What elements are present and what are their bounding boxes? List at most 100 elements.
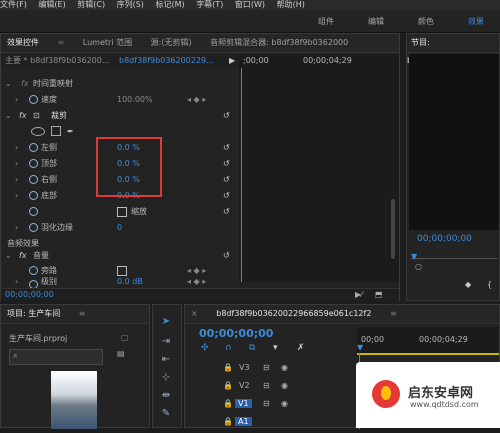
- level-row[interactable]: › 级别 0.0 dB ◂ ◆ ▸: [1, 277, 233, 289]
- snap-icon[interactable]: ∩: [225, 343, 232, 353]
- feather-value[interactable]: 0: [117, 220, 122, 235]
- feather-row[interactable]: › 羽化边缘 0: [1, 220, 233, 235]
- rectangle-mask-icon[interactable]: [51, 126, 61, 136]
- razor-tool-icon[interactable]: ⊹: [159, 371, 173, 385]
- fx-icon[interactable]: fx: [19, 108, 27, 123]
- crop-row[interactable]: ⌄ fx ⊡ 裁剪 ↺: [1, 108, 233, 123]
- stopwatch-icon[interactable]: [29, 191, 38, 200]
- track-v1[interactable]: 🔒 V1 ⊟ ◉: [185, 399, 357, 415]
- lock-icon[interactable]: 🔒: [223, 381, 233, 390]
- reset-icon[interactable]: ↺: [223, 156, 230, 171]
- pen-tool-icon[interactable]: ✎: [159, 407, 173, 421]
- work-area-bar[interactable]: [357, 353, 499, 355]
- marker-icon[interactable]: ◆: [465, 280, 471, 289]
- menu-file[interactable]: 文件(F): [0, 0, 27, 9]
- new-bin-icon[interactable]: ▤: [117, 349, 125, 358]
- speed-value[interactable]: 100.00%: [117, 92, 153, 107]
- sequence-name[interactable]: b8df38f9b03620022966859e061c12f2: [216, 309, 371, 318]
- lock-icon[interactable]: 🔒: [223, 363, 233, 372]
- track-select-tool-icon[interactable]: ⇥: [159, 335, 173, 349]
- eye-icon[interactable]: ◉: [281, 381, 288, 390]
- menu-edit[interactable]: 编辑(E): [38, 0, 65, 9]
- timeline-timecode[interactable]: 00;00;00;00: [199, 327, 273, 340]
- export-icon[interactable]: ⬒: [375, 289, 383, 301]
- track-v2[interactable]: 🔒 V2 ⊟ ◉: [185, 381, 357, 397]
- stopwatch-icon[interactable]: [29, 143, 38, 152]
- stopwatch-icon[interactable]: [29, 223, 38, 232]
- reset-icon[interactable]: ↺: [223, 204, 230, 219]
- level-value[interactable]: 0.0 dB: [117, 277, 143, 287]
- menu-help[interactable]: 帮助(H): [277, 0, 305, 9]
- in-point-icon[interactable]: {: [487, 280, 492, 289]
- panel-menu-icon[interactable]: ≡: [79, 309, 86, 318]
- fx-icon[interactable]: fx: [19, 248, 27, 263]
- nest-icon[interactable]: ✣: [201, 343, 209, 353]
- tab-source[interactable]: 源:(无剪辑): [151, 38, 192, 47]
- project-search-input[interactable]: ⌕: [9, 349, 103, 365]
- reset-icon[interactable]: ↺: [223, 188, 230, 203]
- project-title[interactable]: 项目: 生产车间: [7, 309, 60, 318]
- volume-row[interactable]: ⌄ fx 音量 ↺: [1, 248, 233, 263]
- slip-tool-icon[interactable]: ⇹: [159, 389, 173, 403]
- filter-icon[interactable]: ▶⁄: [355, 289, 363, 301]
- chevron-right-icon[interactable]: ›: [15, 188, 18, 203]
- keyframe-nav-icon[interactable]: ◂ ◆ ▸: [187, 277, 206, 287]
- stopwatch-icon[interactable]: [29, 266, 38, 275]
- track-a1-label[interactable]: A1: [235, 417, 252, 426]
- chevron-down-icon[interactable]: ⌄: [5, 248, 12, 263]
- pen-mask-icon[interactable]: ✒: [67, 124, 74, 139]
- menu-marker[interactable]: 标记(M): [155, 0, 184, 9]
- sync-lock-icon[interactable]: ⊟: [263, 363, 270, 372]
- project-file-name[interactable]: 生产车间.prproj: [9, 333, 67, 344]
- bypass-checkbox[interactable]: [117, 266, 127, 276]
- workspace-effects[interactable]: 效果: [468, 16, 484, 27]
- program-scrub-bar[interactable]: [411, 258, 497, 259]
- menu-clip[interactable]: 剪辑(C): [77, 0, 105, 9]
- tab-lumetri-scopes[interactable]: Lumetri 范围: [83, 38, 132, 47]
- chevron-right-icon[interactable]: ›: [15, 140, 18, 155]
- tab-effect-controls[interactable]: 效果控件: [7, 38, 39, 47]
- add-marker-icon[interactable]: ▾: [273, 343, 278, 353]
- keyframe-nav-icon[interactable]: ◂ ◆ ▸: [187, 263, 206, 278]
- timeline-playhead-icon[interactable]: ▼: [357, 343, 363, 352]
- zoom-checkbox[interactable]: [117, 207, 127, 217]
- stopwatch-icon[interactable]: [29, 95, 38, 104]
- playhead[interactable]: [241, 68, 242, 282]
- lock-icon[interactable]: 🔒: [223, 417, 233, 426]
- folder-icon[interactable]: ▢: [121, 333, 129, 342]
- panel-menu-icon[interactable]: ≡: [58, 38, 65, 47]
- stopwatch-icon[interactable]: [29, 175, 38, 184]
- tab-audio-clip-mixer[interactable]: 音频剪辑混合器: b8df38f9b0362000: [210, 38, 348, 47]
- reset-icon[interactable]: ↺: [223, 172, 230, 187]
- chevron-down-icon[interactable]: ⌄: [5, 76, 12, 91]
- zoom-row[interactable]: 缩放 ↺: [1, 204, 233, 219]
- speed-row[interactable]: › 速度 100.00% ◂ ◆ ▸: [1, 92, 233, 107]
- menu-window[interactable]: 窗口(W): [235, 0, 265, 9]
- chevron-right-icon[interactable]: ›: [15, 220, 18, 235]
- program-video-area[interactable]: [409, 54, 499, 230]
- track-v3[interactable]: 🔒 V3 ⊟ ◉: [185, 363, 357, 379]
- timeline-ruler[interactable]: 00;00 00;00;04;29 ▼: [357, 327, 499, 353]
- chevron-right-icon[interactable]: ›: [15, 172, 18, 187]
- stopwatch-icon[interactable]: [29, 207, 38, 216]
- effect-timeline-ruler[interactable]: ;00;00 00;00;04;29: [239, 54, 399, 68]
- play-only-icon[interactable]: ▶: [229, 54, 235, 68]
- menu-title[interactable]: 字幕(T): [196, 0, 223, 9]
- reset-icon[interactable]: ↺: [223, 108, 230, 123]
- track-a1[interactable]: 🔒 A1: [185, 417, 357, 433]
- menu-sequence[interactable]: 序列(S): [117, 0, 144, 9]
- eye-icon[interactable]: ◉: [281, 363, 288, 372]
- clip-thumbnail[interactable]: [51, 371, 97, 429]
- program-timecode[interactable]: 00;00;00;00: [417, 234, 472, 244]
- ripple-edit-tool-icon[interactable]: ⇤: [159, 353, 173, 367]
- clip-label[interactable]: b8df38f9b036200229...: [119, 54, 214, 68]
- effect-timecode[interactable]: 00;00;00;00: [5, 289, 54, 301]
- panel-menu-icon[interactable]: ≡: [390, 309, 397, 318]
- linked-selection-icon[interactable]: ⧉: [249, 343, 255, 353]
- chevron-right-icon[interactable]: ›: [15, 92, 18, 107]
- program-playhead-icon[interactable]: ▼: [411, 252, 417, 261]
- workspace-assembly[interactable]: 组件: [318, 16, 334, 27]
- chevron-right-icon[interactable]: ›: [15, 277, 18, 287]
- close-icon[interactable]: ×: [191, 309, 198, 318]
- chevron-down-icon[interactable]: ⌄: [5, 108, 12, 123]
